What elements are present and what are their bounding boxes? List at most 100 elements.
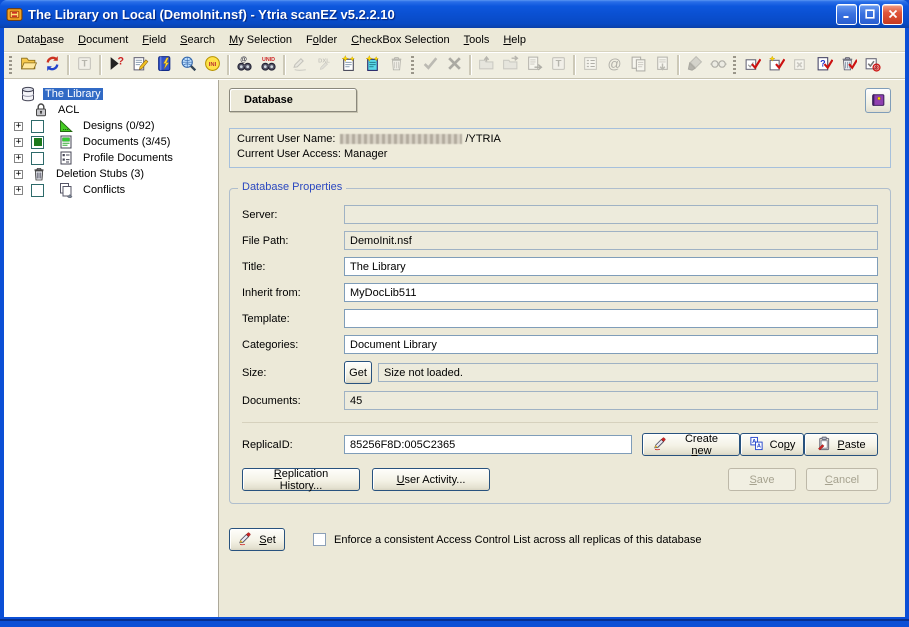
menu-help[interactable]: Help <box>496 31 533 49</box>
list-icon <box>582 55 599 75</box>
checkbox-designs[interactable] <box>31 120 44 133</box>
tree-conflict-icon <box>58 182 74 198</box>
template-input[interactable] <box>344 309 878 328</box>
checkbox-conflicts[interactable] <box>31 184 44 197</box>
categories-input[interactable] <box>344 335 878 354</box>
toolbar-grip[interactable] <box>411 56 414 75</box>
t-box-icon: T <box>550 55 567 75</box>
folder-open-icon <box>20 55 37 75</box>
expand-conflicts[interactable]: + <box>14 186 23 195</box>
ini-icon: INI <box>204 55 221 75</box>
tree-label-documents: Documents (3/45) <box>81 136 172 148</box>
menubar: DatabaseDocumentFieldSearchMy SelectionF… <box>4 28 905 52</box>
toolbar-put-in-folder-button <box>474 54 498 77</box>
toolbar-check-deletion-stubs-button[interactable] <box>836 54 860 77</box>
toolbar-grip[interactable] <box>9 56 12 75</box>
close-button[interactable] <box>882 4 903 25</box>
expand-profile-documents[interactable]: + <box>14 154 23 163</box>
tree-item-documents[interactable]: + Documents (3/45) <box>6 134 216 150</box>
toolbar-check-new-documents-button[interactable] <box>764 54 788 77</box>
titlebar[interactable]: The Library on Local (DemoInit.nsf) - Yt… <box>0 0 909 28</box>
inherit-from-input[interactable] <box>344 283 878 302</box>
menu-field[interactable]: Field <box>135 31 173 49</box>
svg-text:T: T <box>81 59 87 70</box>
enforce-acl-checkbox[interactable] <box>313 533 326 546</box>
help-button[interactable] <box>865 88 891 113</box>
menu-folder[interactable]: Folder <box>299 31 344 49</box>
cancel-button: Cancel <box>806 468 878 491</box>
tree-item-deletion-stubs[interactable]: + Deletion Stubs (3) <box>6 166 216 182</box>
set-acl-button[interactable]: Set <box>229 528 285 551</box>
size-label: Size: <box>242 367 344 379</box>
user-activity-button[interactable]: User Activity... <box>372 468 490 491</box>
tab-database[interactable]: Database <box>229 88 357 112</box>
tree-item-profile-documents[interactable]: +Profile Documents <box>6 150 216 166</box>
copy-replica-button[interactable]: AA Copy <box>740 433 804 456</box>
checkbox-documents[interactable] <box>31 136 44 149</box>
app-window: The Library on Local (DemoInit.nsf) - Yt… <box>0 0 909 627</box>
toolbar-create-document-button[interactable] <box>336 54 360 77</box>
title-input[interactable] <box>344 257 878 276</box>
app-icon <box>6 6 23 23</box>
checkbox-profile-documents[interactable] <box>31 152 44 165</box>
toolbar-separator <box>677 55 679 75</box>
current-user-access-label: Current User Access: <box>237 148 341 160</box>
expand-documents[interactable]: + <box>14 138 23 147</box>
menu-checkbox-selection[interactable]: CheckBox Selection <box>344 31 456 49</box>
menu-tools[interactable]: Tools <box>457 31 497 49</box>
toolbar-design-explorer-button[interactable] <box>152 54 176 77</box>
replica-id-input[interactable] <box>344 435 632 454</box>
template-label: Template: <box>242 313 344 325</box>
tree-item-designs[interactable]: +Designs (0/92) <box>6 118 216 134</box>
tree-item-acl[interactable]: ACL <box>6 102 216 118</box>
toolbar-delete-document-button <box>384 54 408 77</box>
expand-designs[interactable]: + <box>14 122 23 131</box>
pen-icon <box>238 531 253 549</box>
tree-db-icon <box>20 86 36 102</box>
toolbar-open-database-button[interactable] <box>16 54 40 77</box>
search-globe-icon <box>180 55 197 75</box>
notebook-icon <box>156 55 173 75</box>
tree-trash-icon <box>31 166 47 182</box>
size-input <box>378 363 878 382</box>
toolbar-check-unknown-documents-button[interactable]: ? <box>812 54 836 77</box>
menu-database[interactable]: Database <box>10 31 71 49</box>
file-path-label: File Path: <box>242 235 344 247</box>
toolbar-export-selection-button <box>522 54 546 77</box>
toolbar-search-database-button[interactable] <box>176 54 200 77</box>
note-new-cyan-icon <box>364 55 381 75</box>
toolbar-refresh-button[interactable] <box>40 54 64 77</box>
at-icon: @ <box>606 55 623 75</box>
toolbar-find-by-noteid-button[interactable]: @ <box>232 54 256 77</box>
tree-label-conflicts: Conflicts <box>81 184 127 196</box>
svg-text:A: A <box>756 443 760 449</box>
toolbar-check-selected-button[interactable] <box>740 54 764 77</box>
check-icon <box>422 55 439 75</box>
toolbar-run-analysis-button[interactable]: ? <box>104 54 128 77</box>
menu-document[interactable]: Document <box>71 31 135 49</box>
toolbar-edit-document-button[interactable] <box>128 54 152 77</box>
tree-label-deletion-stubs: Deletion Stubs (3) <box>54 168 146 180</box>
maximize-button[interactable] <box>859 4 880 25</box>
paste-replica-button[interactable]: Paste <box>804 433 878 456</box>
toolbar-checkbox-target-button[interactable] <box>860 54 884 77</box>
trash-check-icon <box>840 55 857 75</box>
redacted-user-name <box>340 134 462 144</box>
tree-item-conflicts[interactable]: + Conflicts <box>6 182 216 198</box>
binoc-unid-icon: UNID <box>260 55 277 75</box>
replication-history-button[interactable]: Replication History... <box>242 468 360 491</box>
get-size-button[interactable]: Get <box>344 361 372 384</box>
toolbar-create-response-document-button[interactable] <box>360 54 384 77</box>
toolbar-ini-settings-button[interactable]: INI <box>200 54 224 77</box>
tree-item-library[interactable]: The Library <box>6 86 216 102</box>
expand-deletion-stubs[interactable]: + <box>14 170 23 179</box>
menu-search[interactable]: Search <box>173 31 222 49</box>
toolbar-import-documents-button <box>650 54 674 77</box>
menu-my-selection[interactable]: My Selection <box>222 31 299 49</box>
toolbar-grip[interactable] <box>733 56 736 75</box>
create-new-replica-button[interactable]: Create new <box>642 433 740 456</box>
minimize-button[interactable] <box>836 4 857 25</box>
toolbar-find-by-unid-button[interactable]: UNID <box>256 54 280 77</box>
tree-lock-icon <box>33 102 49 118</box>
brush-icon <box>686 55 703 75</box>
